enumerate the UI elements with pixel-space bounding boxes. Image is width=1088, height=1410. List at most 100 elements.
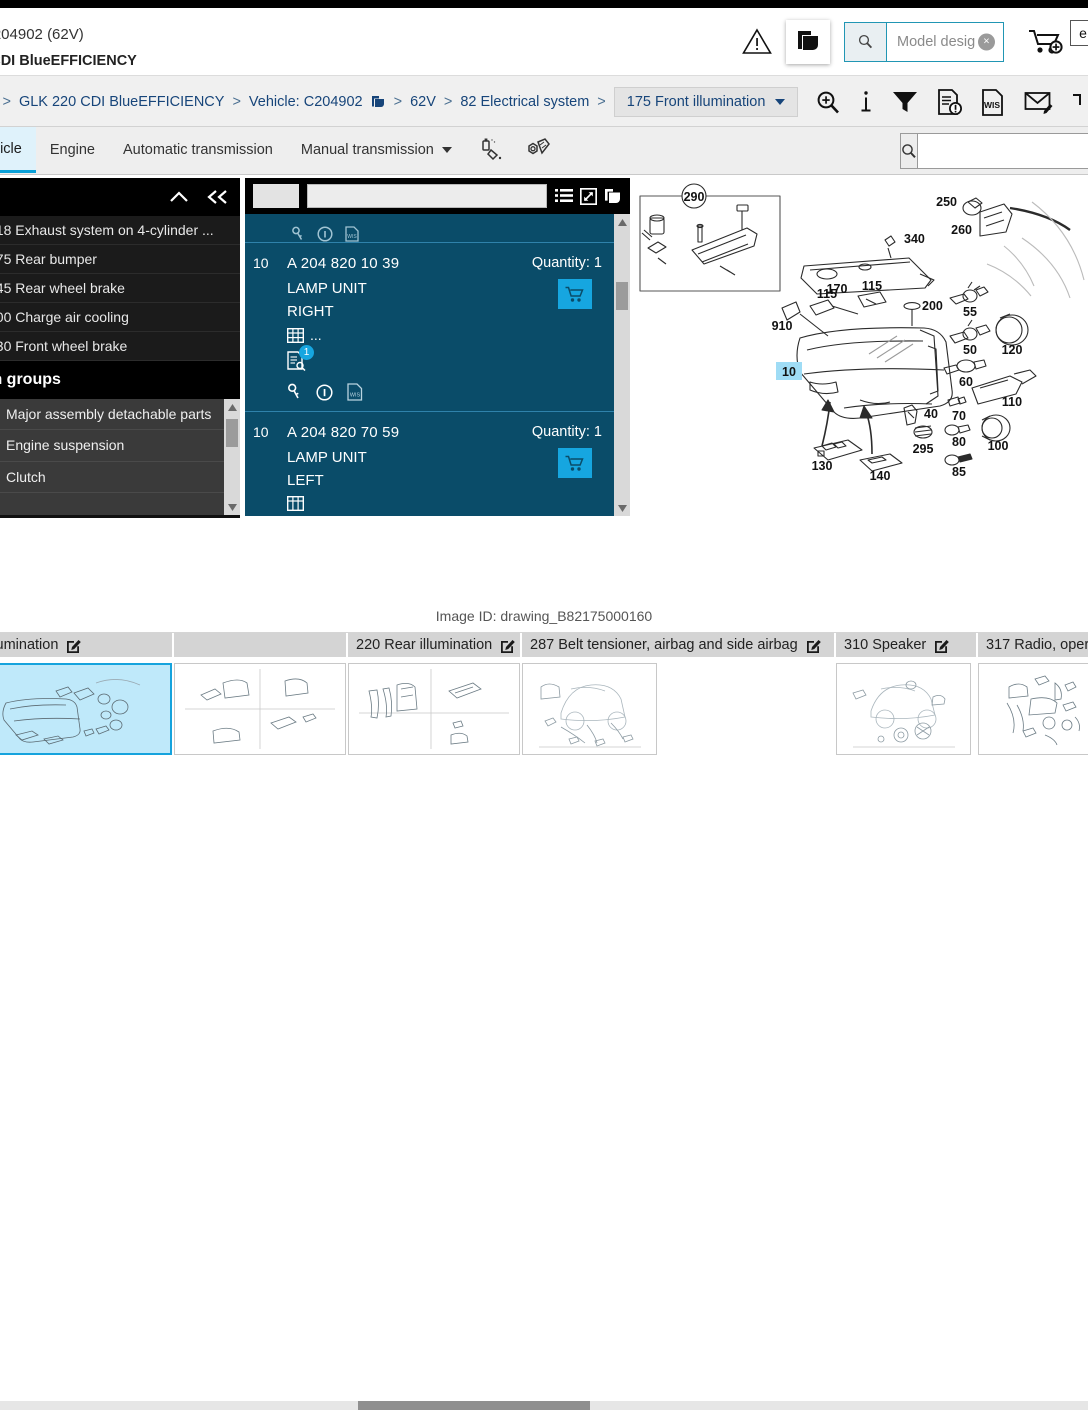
bolt-nut-icon[interactable] (522, 137, 552, 163)
sidebar-item-recent-3[interactable]: 200 Charge air cooling (0, 303, 240, 332)
edit-icon[interactable] (66, 638, 82, 653)
sidebar-item-recent-4[interactable]: 030 Front wheel brake (0, 332, 240, 361)
list-view-icon[interactable] (555, 188, 573, 204)
sidebar-group-title: in groups (0, 371, 61, 388)
edit-icon[interactable] (806, 638, 821, 653)
thumbnail-speaker[interactable]: 310 Speaker (836, 633, 976, 755)
chevron-up-icon[interactable] (168, 189, 190, 205)
thumbnail-image[interactable] (836, 663, 971, 755)
warning-triangle-icon[interactable] (738, 23, 776, 61)
parts-scrollbar[interactable] (614, 214, 630, 516)
add-to-cart-button[interactable] (558, 279, 592, 309)
tab-manual-transmission[interactable]: Manual transmission (287, 127, 466, 173)
wis-icon[interactable]: WIS (347, 383, 363, 401)
edit-icon[interactable] (934, 638, 950, 653)
diagram-svg[interactable]: 290 250 260 340 170 115 115 200 55 910 5… (632, 178, 1088, 598)
table-icon[interactable] (287, 496, 304, 511)
table-icon[interactable] (287, 327, 304, 343)
thumbnail-horizontal-scrollbar[interactable] (0, 1401, 1088, 1410)
table-row[interactable]: 10 Quantity: 1 A 204 820 10 39 LAMP UNIT… (245, 242, 630, 411)
double-chevron-left-icon[interactable] (206, 188, 230, 206)
table-row[interactable]: 10 Quantity: 1 A 204 820 70 59 LAMP UNIT… (245, 411, 630, 516)
document-alert-icon[interactable] (937, 88, 963, 116)
scrollbar-thumb[interactable] (358, 1401, 590, 1410)
sidebar-scrollbar[interactable] (224, 399, 240, 515)
clear-icon[interactable]: × (978, 33, 995, 50)
expand-icon[interactable] (580, 187, 597, 205)
thumbnail-image[interactable] (522, 663, 657, 755)
scroll-up-icon[interactable] (224, 399, 240, 415)
breadcrumb-item-3[interactable]: 62V (410, 94, 436, 110)
e-button[interactable]: e (1070, 20, 1088, 46)
partial-icon[interactable] (1072, 89, 1086, 115)
thumbnail-caption: 220 Rear illumination (348, 633, 520, 657)
wis-document-icon[interactable]: WIS (981, 88, 1006, 116)
mail-edit-icon[interactable] (1024, 89, 1054, 115)
zoom-in-icon[interactable] (815, 89, 841, 115)
model-search-placeholder: Model desig (897, 33, 976, 50)
paint-spray-icon[interactable] (480, 137, 506, 163)
diagram-callout-200: 200 (922, 299, 943, 313)
thumbnail-unlabeled[interactable] (174, 633, 346, 755)
sidebar-item-label: 200 Charge air cooling (0, 309, 129, 325)
copy-icon[interactable] (370, 94, 386, 110)
search-icon[interactable] (901, 134, 918, 168)
tab-vehicle[interactable]: hicle (0, 127, 36, 173)
module-tab-bar: hicle Engine Automatic transmission Manu… (0, 127, 1088, 175)
header-actions: Model desig × (738, 8, 1088, 75)
add-to-cart-icon[interactable] (1026, 25, 1066, 59)
parts-diagram[interactable]: 290 250 260 340 170 115 115 200 55 910 5… (632, 178, 1088, 598)
tab-automatic-transmission[interactable]: Automatic transmission (109, 127, 287, 173)
scroll-up-icon[interactable] (614, 214, 630, 230)
sidebar-item-label: 030 Front wheel brake (0, 338, 128, 354)
info-icon[interactable] (859, 89, 873, 115)
svg-text:WIS: WIS (350, 393, 361, 399)
search-icon[interactable] (845, 22, 887, 61)
tab-engine[interactable]: Engine (36, 127, 109, 173)
model-designation-search[interactable]: Model desig × (844, 21, 1004, 62)
sidebar-item-group-2[interactable]: Clutch (0, 462, 240, 493)
thumbnail-image[interactable] (0, 663, 172, 755)
part-position: 10 (253, 424, 269, 440)
filter-funnel-icon[interactable] (891, 89, 919, 115)
info-circle-icon[interactable] (317, 226, 333, 242)
wis-icon[interactable]: WIS (345, 226, 359, 242)
key-icon[interactable] (291, 226, 305, 242)
sidebar-item-recent-0[interactable]: 218 Exhaust system on 4-cylinder ... (0, 216, 240, 245)
left-sidebar: 5 218 Exhaust system on 4-cylinder ... 0… (0, 178, 240, 518)
thumbnail-radio[interactable]: 317 Radio, operating and disp (978, 633, 1088, 755)
diagram-callout-340: 340 (904, 232, 925, 246)
sidebar-item-group-1[interactable]: Engine suspension (0, 430, 240, 462)
parts-search-input[interactable] (307, 184, 547, 208)
scrollbar-thumb[interactable] (616, 282, 628, 310)
info-circle-icon[interactable] (316, 383, 333, 401)
breadcrumb-item-4[interactable]: 82 Electrical system (460, 94, 589, 110)
diagram-thumbnail-strip: Front illumination (0, 632, 1088, 1410)
thumbnail-front-illumination[interactable]: Front illumination (0, 633, 172, 755)
add-to-cart-button[interactable] (558, 448, 592, 478)
global-search-input[interactable] (918, 134, 1088, 168)
sidebar-item-group-0[interactable]: Major assembly detachable parts (0, 399, 240, 431)
thumbnail-belt-tensioner[interactable]: 287 Belt tensioner, airbag and side airb… (522, 633, 834, 755)
model-search-input[interactable]: Model desig × (887, 22, 1003, 61)
thumbnail-image[interactable] (978, 663, 1088, 755)
scroll-down-icon[interactable] (614, 500, 630, 516)
breadcrumb-active-dropdown[interactable]: 175 Front illumination (613, 87, 799, 117)
diagram-callout-10-highlight: 10 (776, 362, 802, 380)
scrollbar-thumb[interactable] (226, 419, 238, 447)
copy-documents-icon[interactable] (786, 19, 830, 64)
sidebar-item-label: 045 Rear wheel brake (0, 280, 125, 296)
thumbnail-rear-illumination[interactable]: 220 Rear illumination (348, 633, 520, 755)
breadcrumb-item-1[interactable]: GLK 220 CDI BlueEFFICIENCY (19, 94, 225, 110)
breadcrumb-item-2[interactable]: Vehicle: C204902 (249, 94, 363, 110)
key-icon[interactable] (287, 383, 302, 401)
sidebar-item-recent-2[interactable]: 045 Rear wheel brake (0, 274, 240, 303)
copy-icon[interactable] (604, 188, 622, 205)
sidebar-item-recent-1[interactable]: 075 Rear bumper (0, 245, 240, 274)
thumbnail-image[interactable] (174, 663, 346, 755)
edit-icon[interactable] (500, 638, 516, 653)
global-search[interactable] (900, 133, 1088, 169)
thumbnail-image[interactable] (348, 663, 520, 755)
parts-panel-prefix-box[interactable] (253, 184, 299, 208)
scroll-down-icon[interactable] (224, 499, 240, 515)
